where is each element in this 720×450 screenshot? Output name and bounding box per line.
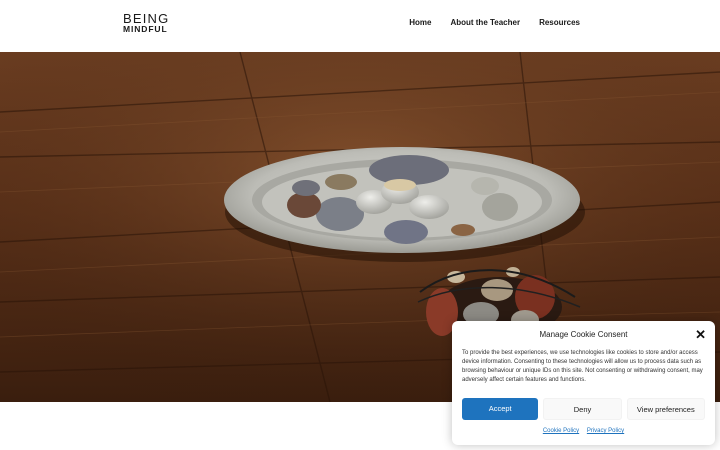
- close-icon[interactable]: ✕: [695, 328, 706, 341]
- main-nav: Home About the Teacher Resources: [409, 18, 580, 27]
- cookie-dialog-title: Manage Cookie Consent: [539, 330, 628, 339]
- nav-about-the-teacher[interactable]: About the Teacher: [450, 18, 520, 27]
- nav-resources[interactable]: Resources: [539, 18, 580, 27]
- privacy-policy-link[interactable]: Privacy Policy: [587, 428, 624, 434]
- site-header: BEING MINDFUL Home About the Teacher Res…: [0, 0, 720, 52]
- cookie-policy-links: Cookie Policy Privacy Policy: [452, 428, 715, 434]
- deny-button[interactable]: Deny: [543, 398, 622, 420]
- cookie-button-row: Accept Deny View preferences: [462, 398, 705, 420]
- accept-button[interactable]: Accept: [462, 398, 539, 420]
- view-preferences-button[interactable]: View preferences: [626, 398, 705, 420]
- nav-home[interactable]: Home: [409, 18, 431, 27]
- cookie-policy-link[interactable]: Cookie Policy: [543, 428, 579, 434]
- cookie-dialog-text: To provide the best experiences, we use …: [462, 350, 703, 383]
- site-logo[interactable]: BEING MINDFUL: [123, 11, 170, 34]
- logo-text-bottom: MINDFUL: [123, 24, 168, 34]
- logo-text-top: BEING: [123, 11, 170, 26]
- cookie-consent-dialog: Manage Cookie Consent ✕ To provide the b…: [452, 321, 715, 445]
